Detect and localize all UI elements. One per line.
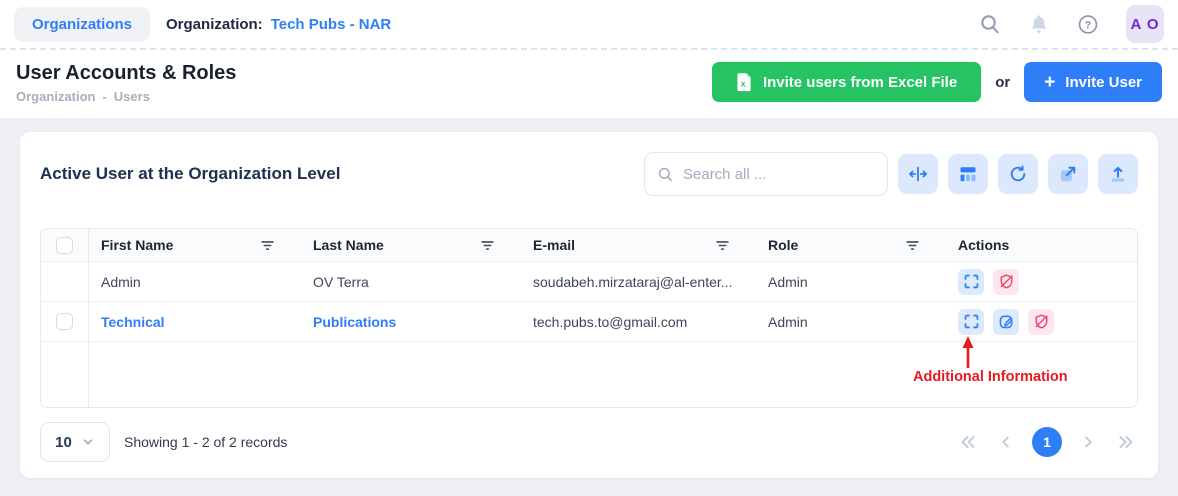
email-cell: tech.pubs.to@gmail.com xyxy=(521,302,756,341)
actions-cell xyxy=(946,262,1137,301)
filter-icon[interactable] xyxy=(715,238,730,253)
select-all-checkbox[interactable] xyxy=(56,237,73,254)
first-name-cell: Technical xyxy=(89,302,301,341)
column-label: E-mail xyxy=(533,237,575,253)
invite-user-button[interactable]: + Invite User xyxy=(1024,62,1162,102)
column-header-last-name[interactable]: Last Name xyxy=(301,229,521,261)
column-label: First Name xyxy=(101,237,173,253)
first-name-link[interactable]: Technical xyxy=(101,314,165,330)
search-all-input[interactable] xyxy=(683,166,882,183)
search-all-input-wrapper xyxy=(644,152,888,196)
expand-corners-icon xyxy=(963,273,980,290)
table-row: Technical Publications tech.pubs.to@gmai… xyxy=(41,301,1137,341)
filter-icon[interactable] xyxy=(260,238,275,253)
or-label: or xyxy=(995,74,1010,91)
column-header-role[interactable]: Role xyxy=(756,229,946,261)
view-details-button[interactable] xyxy=(958,269,984,295)
expand-corners-icon xyxy=(963,313,980,330)
edit-pencil-icon xyxy=(998,313,1015,330)
last-name-cell: OV Terra xyxy=(301,262,521,301)
organization-label: Organization: xyxy=(166,16,263,33)
filter-icon[interactable] xyxy=(905,238,920,253)
panel-title: Active User at the Organization Level xyxy=(40,164,340,184)
shield-off-icon xyxy=(998,273,1015,290)
breadcrumb-separator: - xyxy=(102,89,106,104)
last-page-button[interactable] xyxy=(1114,430,1138,454)
chevron-down-icon xyxy=(81,435,95,449)
breadcrumb-item-organization[interactable]: Organization xyxy=(16,89,95,104)
page-1-button[interactable]: 1 xyxy=(1032,427,1062,457)
last-name-cell: Publications xyxy=(301,302,521,341)
table-footer: 10 Showing 1 - 2 of 2 records 1 xyxy=(40,422,1138,462)
svg-text:x: x xyxy=(741,79,746,89)
showing-records-text: Showing 1 - 2 of 2 records xyxy=(124,434,287,450)
column-header-actions: Actions xyxy=(946,229,1137,261)
first-name-cell: Admin xyxy=(89,262,301,301)
column-label: Actions xyxy=(958,237,1009,253)
table-row: Admin OV Terra soudabeh.mirzataraj@al-en… xyxy=(41,261,1137,301)
active-users-panel: Active User at the Organization Level xyxy=(20,132,1158,478)
row-checkbox-cell xyxy=(41,302,89,341)
next-page-button[interactable] xyxy=(1076,430,1100,454)
users-table: First Name Last Name E-mail Role xyxy=(40,228,1138,408)
column-label: Role xyxy=(768,237,798,253)
fit-columns-button[interactable] xyxy=(898,154,938,194)
actions-cell xyxy=(946,302,1137,341)
filter-icon[interactable] xyxy=(480,238,495,253)
column-header-first-name[interactable]: First Name xyxy=(89,229,301,261)
column-label: Last Name xyxy=(313,237,384,253)
refresh-button[interactable] xyxy=(998,154,1038,194)
row-checkbox[interactable] xyxy=(56,313,73,330)
first-page-button[interactable] xyxy=(956,430,980,454)
search-icon xyxy=(657,166,674,183)
select-all-cell xyxy=(41,229,89,261)
role-cell: Admin xyxy=(756,262,946,301)
table-columns-icon xyxy=(958,164,978,184)
role-cell: Admin xyxy=(756,302,946,341)
deactivate-user-button[interactable] xyxy=(1028,309,1054,335)
invite-user-label: Invite User xyxy=(1065,74,1142,91)
fit-columns-icon xyxy=(908,164,928,184)
refresh-icon xyxy=(1008,164,1028,184)
page-size-select[interactable]: 10 xyxy=(40,422,110,462)
prev-page-button[interactable] xyxy=(994,430,1018,454)
search-icon[interactable] xyxy=(979,13,1001,35)
page-header: User Accounts & Roles Organization - Use… xyxy=(0,48,1178,118)
plus-icon: + xyxy=(1044,73,1055,92)
help-icon[interactable]: ? xyxy=(1077,13,1099,35)
view-details-button[interactable] xyxy=(958,309,984,335)
last-name-link[interactable]: Publications xyxy=(313,314,396,330)
shield-off-icon xyxy=(1033,313,1050,330)
organizations-button[interactable]: Organizations xyxy=(14,7,150,42)
table-empty-area xyxy=(41,341,1137,407)
email-cell: soudabeh.mirzataraj@al-enter... xyxy=(521,262,756,301)
page-title: User Accounts & Roles xyxy=(16,60,236,86)
page-size-value: 10 xyxy=(55,434,72,451)
notifications-bell-icon[interactable] xyxy=(1028,13,1050,35)
table-header-row: First Name Last Name E-mail Role xyxy=(41,229,1137,261)
open-in-new-button[interactable] xyxy=(1048,154,1088,194)
pagination: 1 xyxy=(956,427,1138,457)
upload-icon xyxy=(1108,164,1128,184)
deactivate-user-button[interactable] xyxy=(993,269,1019,295)
avatar[interactable]: A O xyxy=(1126,5,1164,43)
organization-name-link[interactable]: Tech Pubs - NAR xyxy=(271,16,392,33)
breadcrumb: Organization - Users xyxy=(16,89,236,104)
excel-file-icon: x xyxy=(736,72,753,92)
column-header-email[interactable]: E-mail xyxy=(521,229,756,261)
row-checkbox-cell xyxy=(41,262,89,301)
export-upload-button[interactable] xyxy=(1098,154,1138,194)
invite-users-excel-label: Invite users from Excel File xyxy=(763,74,957,91)
edit-user-button[interactable] xyxy=(993,309,1019,335)
columns-button[interactable] xyxy=(948,154,988,194)
svg-text:?: ? xyxy=(1085,19,1092,31)
breadcrumb-item-users[interactable]: Users xyxy=(114,89,150,104)
invite-users-excel-button[interactable]: x Invite users from Excel File xyxy=(712,62,981,102)
topbar: Organizations Organization: Tech Pubs - … xyxy=(0,0,1178,48)
row-checkbox-cell xyxy=(41,342,89,407)
open-in-new-icon xyxy=(1058,164,1078,184)
